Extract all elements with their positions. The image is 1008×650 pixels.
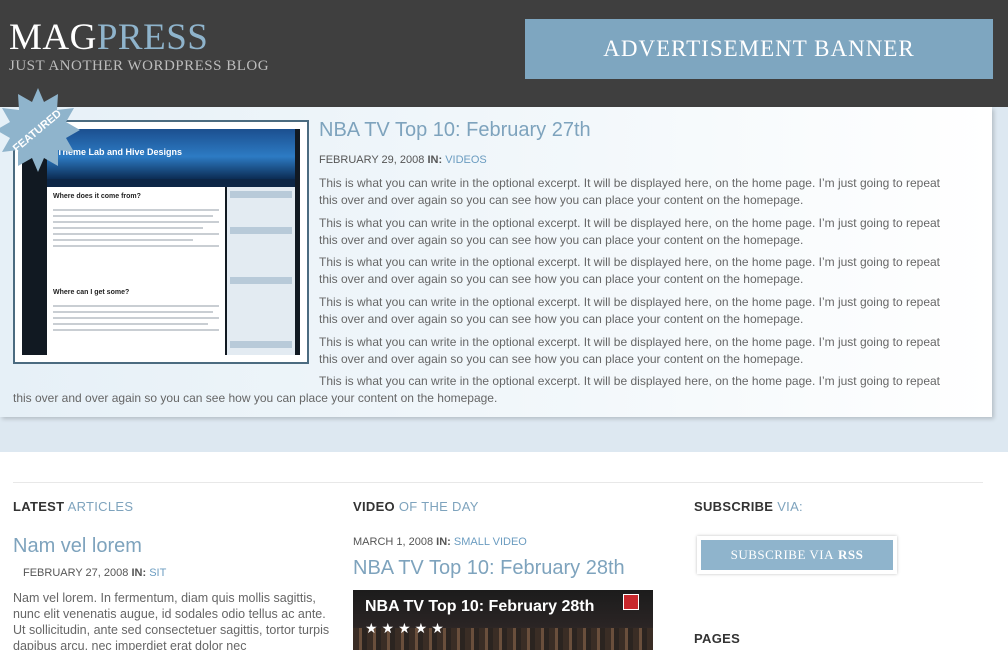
- video-post-title[interactable]: NBA TV Top 10: February 28th: [353, 557, 625, 580]
- latest-articles-heading: LATEST ARTICLES: [13, 499, 133, 514]
- thumb-text-line: [53, 227, 203, 229]
- thumb-text-line: [53, 317, 219, 319]
- thumb-text-line: [53, 311, 213, 313]
- thumb-text-line: [53, 239, 193, 241]
- featured-in-label: IN:: [427, 154, 443, 166]
- thumb-heading-1: Where does it come from?: [53, 193, 141, 200]
- rss-button-label-bold: RSS: [838, 547, 864, 562]
- video-in-label: IN:: [436, 536, 451, 548]
- heading-rest: VIA:: [777, 499, 803, 514]
- thumb-text-line: [53, 233, 219, 235]
- featured-excerpt: This is what you can write in the option…: [13, 374, 941, 405]
- site-tagline: JUST ANOTHER WORDPRESS BLOG: [9, 58, 270, 74]
- thumb-heading-2: Where can I get some?: [53, 289, 130, 296]
- video-overlay-title: NBA TV Top 10: February 28th: [365, 598, 595, 615]
- featured-category-link[interactable]: VIDEOS: [445, 154, 487, 166]
- thumb-text-line: [53, 329, 219, 331]
- thumb-text-line: [53, 305, 219, 307]
- rss-button-face: SUBSCRIBE VIA RSS: [701, 540, 893, 570]
- logo-part-mag: MAG: [9, 17, 97, 58]
- thumb-side-box: [230, 227, 292, 234]
- heading-rest: ARTICLES: [67, 499, 134, 514]
- heading-bold: SUBSCRIBE: [694, 499, 774, 514]
- thumb-nav: [47, 179, 295, 187]
- thumb-side-box: [230, 341, 292, 348]
- heading-bold: VIDEO: [353, 499, 395, 514]
- thumb-text-line: [53, 221, 219, 223]
- latest-category-link[interactable]: SIT: [149, 567, 166, 579]
- video-post-meta: MARCH 1, 2008 IN: SMALL VIDEO: [353, 536, 527, 548]
- featured-excerpt: This is what you can write in the option…: [319, 176, 941, 207]
- video-player[interactable]: NBA TV Top 10: February 28th ★★★★★: [353, 590, 653, 650]
- latest-post-title[interactable]: Nam vel lorem: [13, 535, 142, 558]
- featured-excerpt: This is what you can write in the option…: [319, 295, 941, 326]
- thumb-text-line: [53, 323, 208, 325]
- logo-part-press: PRESS: [96, 17, 209, 58]
- site-logo[interactable]: MAGPRESS: [9, 18, 208, 58]
- latest-in-label: IN:: [131, 567, 147, 579]
- featured-post-date: FEBRUARY 29, 2008: [319, 154, 425, 166]
- subscribe-heading: SUBSCRIBE VIA:: [694, 499, 803, 514]
- video-post-date: MARCH 1, 2008: [353, 536, 434, 548]
- thumb-sidebar: [227, 187, 295, 355]
- video-category-link[interactable]: SMALL VIDEO: [454, 536, 527, 548]
- rss-button-label: SUBSCRIBE VIA: [730, 547, 835, 562]
- nba-logo-icon: [623, 594, 639, 610]
- thumb-text-line: [53, 209, 219, 211]
- section-divider: [13, 482, 983, 483]
- heading-bold: LATEST: [13, 499, 65, 514]
- thumb-text-line: [53, 215, 213, 217]
- video-of-the-day-heading: VIDEO OF THE DAY: [353, 499, 479, 514]
- advertisement-banner[interactable]: ADVERTISEMENT BANNER: [525, 19, 993, 79]
- thumb-text-line: [53, 245, 219, 247]
- subscribe-rss-button[interactable]: SUBSCRIBE VIA RSS: [697, 536, 897, 574]
- pages-heading: PAGES: [694, 631, 741, 646]
- video-rating-stars: ★★★★★: [365, 620, 448, 636]
- thumb-side-box: [230, 277, 292, 284]
- featured-excerpt: This is what you can write in the option…: [319, 335, 941, 366]
- thumb-side-box: [230, 191, 292, 198]
- featured-badge-icon: FEATURED: [0, 88, 80, 172]
- heading-rest: OF THE DAY: [398, 499, 479, 514]
- featured-post-meta: FEBRUARY 29, 2008 IN: VIDEOS: [319, 154, 487, 166]
- featured-excerpt: This is what you can write in the option…: [319, 255, 941, 286]
- latest-post-date: FEBRUARY 27, 2008: [23, 567, 129, 579]
- latest-post-excerpt: Nam vel lorem. In fermentum, diam quis m…: [13, 591, 330, 650]
- featured-post-title[interactable]: NBA TV Top 10: February 27th: [319, 119, 591, 142]
- latest-post-meta: FEBRUARY 27, 2008 IN: SIT: [23, 567, 166, 579]
- featured-excerpt: This is what you can write in the option…: [319, 216, 941, 247]
